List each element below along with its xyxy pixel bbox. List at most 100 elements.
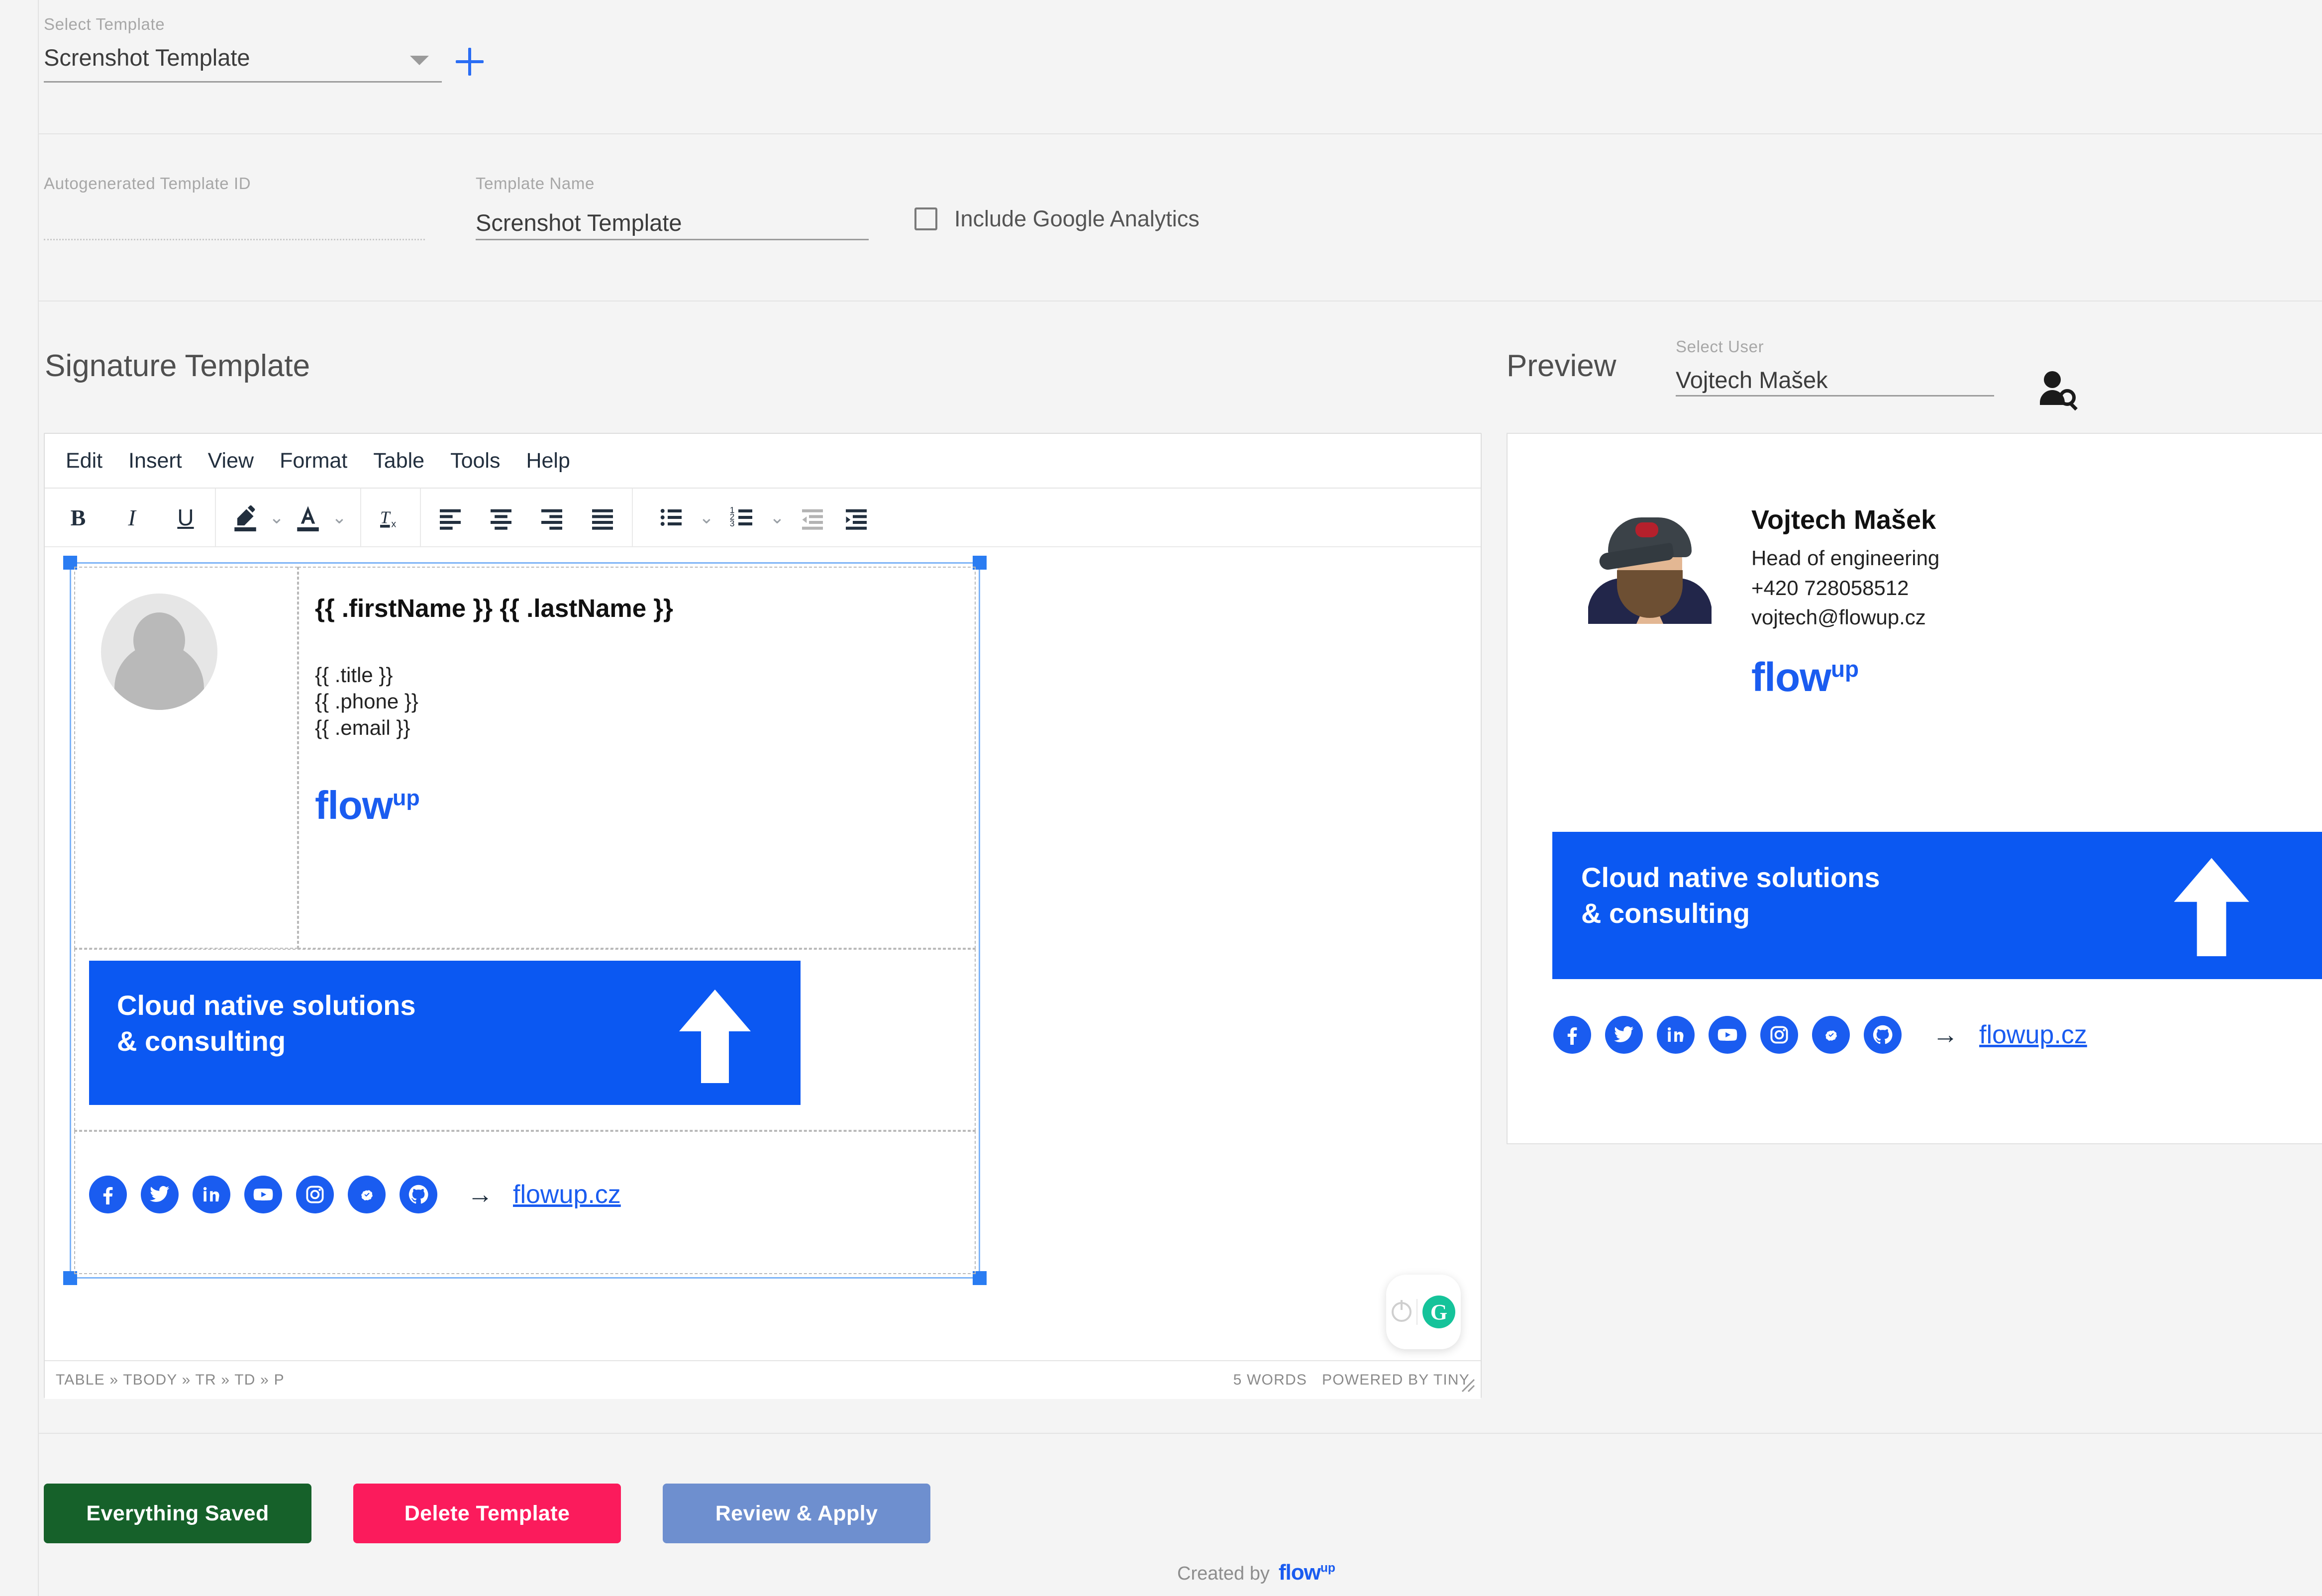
footer-created-by: Created by [1177, 1563, 1270, 1584]
add-template-button[interactable] [456, 48, 484, 76]
meetup-icon[interactable] [1812, 1016, 1850, 1054]
footer-flowup-logo[interactable]: flowup [1279, 1560, 1335, 1585]
preview-website-arrow-icon: → [1932, 1020, 1958, 1049]
meetup-icon[interactable] [348, 1176, 386, 1213]
template-name-label: Template Name [476, 174, 595, 193]
placeholder-phone: {{ .phone }} [315, 689, 418, 713]
template-id-label: Autogenerated Template ID [44, 174, 251, 193]
menu-insert[interactable]: Insert [128, 449, 182, 473]
linkedin-icon[interactable] [1657, 1016, 1695, 1054]
menu-help[interactable]: Help [526, 449, 570, 473]
social-row-preview[interactable]: → flowup.cz [1553, 1016, 2087, 1054]
align-left-icon[interactable] [432, 499, 469, 536]
select-user-underline [1676, 395, 1994, 397]
template-name-underline [476, 239, 869, 240]
section-divider-1 [38, 133, 2322, 134]
template-name-input[interactable]: Screnshot Template [476, 209, 869, 239]
promo-banner-preview[interactable]: Cloud native solutions & consulting [1552, 832, 2322, 979]
facebook-icon[interactable] [89, 1176, 127, 1213]
svg-text:T: T [380, 508, 391, 527]
table-cell-banner[interactable]: Cloud native solutions & consulting [74, 949, 976, 1131]
select-template-label: Select Template [44, 15, 165, 33]
social-row-editor[interactable]: → flowup.cz [89, 1176, 621, 1213]
youtube-icon[interactable] [244, 1176, 282, 1213]
clear-formatting-icon[interactable]: T x [372, 499, 409, 536]
menu-format[interactable]: Format [280, 449, 347, 473]
numbered-list-chevron-down-icon[interactable]: ⌄ [767, 499, 787, 536]
website-link-preview[interactable]: flowup.cz [1979, 1020, 2087, 1050]
footer-logo-sup: up [1320, 1561, 1335, 1575]
align-right-icon[interactable] [533, 499, 570, 536]
italic-icon[interactable]: I [113, 499, 150, 536]
website-link-editor[interactable]: flowup.cz [513, 1180, 621, 1209]
template-id-underline [44, 239, 425, 240]
bold-icon[interactable]: B [60, 499, 97, 536]
website-arrow-icon: → [467, 1180, 493, 1209]
select-user-input[interactable]: Vojtech Mašek [1676, 366, 1994, 395]
element-path[interactable]: TABLE » TBODY » TR » TD » P [56, 1372, 285, 1389]
include-google-analytics-row[interactable]: Include Google Analytics [914, 206, 1200, 232]
user-search-icon[interactable] [2039, 369, 2078, 411]
twitter-icon[interactable] [1605, 1016, 1643, 1054]
grammarly-widget[interactable]: G [1386, 1275, 1461, 1349]
twitter-icon[interactable] [141, 1176, 179, 1213]
menu-tools[interactable]: Tools [450, 449, 500, 473]
menu-table[interactable]: Table [373, 449, 424, 473]
grammarly-logo-icon[interactable]: G [1422, 1296, 1455, 1328]
editor-content-area[interactable]: {{ .firstName }} {{ .lastName }} {{ .tit… [45, 547, 1481, 1360]
linkedin-icon[interactable] [193, 1176, 230, 1213]
select-user-label: Select User [1676, 337, 1764, 356]
include-google-analytics-checkbox[interactable] [914, 207, 937, 230]
banner-line-2: & consulting [117, 1025, 286, 1057]
menu-edit[interactable]: Edit [66, 449, 102, 473]
outdent-icon[interactable] [794, 499, 831, 536]
everything-saved-button[interactable]: Everything Saved [44, 1484, 311, 1543]
signature-template-heading: Signature Template [45, 349, 310, 383]
select-template-value[interactable]: Screnshot Template [44, 44, 442, 71]
editor-resize-grip[interactable] [1461, 1378, 1476, 1393]
review-apply-button[interactable]: Review & Apply [663, 1484, 930, 1543]
word-count: 5 WORDS [1233, 1372, 1308, 1388]
preview-heading: Preview [1507, 349, 1616, 383]
left-gutter-rule [38, 0, 39, 1596]
github-icon[interactable] [400, 1176, 437, 1213]
flowup-logo-editor: flowup [315, 783, 420, 828]
powered-by-tiny[interactable]: POWERED BY TINY [1322, 1372, 1470, 1389]
preview-title: Head of engineering [1751, 546, 1940, 570]
text-color-chevron-down-icon[interactable]: ⌄ [329, 499, 349, 536]
text-color-icon[interactable] [290, 499, 326, 536]
indent-icon[interactable] [838, 499, 875, 536]
editor-toolbar[interactable]: B I U ⌄ ⌄ T x ⌄ 1 2 3 ⌄ [45, 489, 1481, 547]
action-bar: Everything Saved Delete Template Review … [44, 1484, 930, 1543]
chevron-down-icon[interactable] [410, 56, 429, 65]
bullet-list-chevron-down-icon[interactable]: ⌄ [697, 499, 716, 536]
table-cell-details[interactable]: {{ .firstName }} {{ .lastName }} {{ .tit… [298, 567, 976, 949]
github-icon[interactable] [1864, 1016, 1902, 1054]
numbered-list-icon[interactable]: 1 2 3 [723, 499, 760, 536]
facebook-icon[interactable] [1553, 1016, 1591, 1054]
delete-template-button[interactable]: Delete Template [353, 1484, 621, 1543]
footer-logo-main: flow [1278, 1560, 1321, 1585]
menu-view[interactable]: View [208, 449, 254, 473]
promo-banner-editor[interactable]: Cloud native solutions & consulting [89, 961, 801, 1105]
svg-text:3: 3 [730, 518, 735, 528]
signature-table[interactable]: {{ .firstName }} {{ .lastName }} {{ .tit… [63, 556, 987, 1285]
template-id-value [44, 209, 425, 239]
editor-menubar[interactable]: Edit Insert View Format Table Tools Help [45, 434, 1481, 489]
preview-name: Vojtech Mašek [1751, 505, 1936, 535]
table-cell-avatar[interactable] [74, 567, 298, 949]
instagram-icon[interactable] [1760, 1016, 1798, 1054]
power-icon[interactable] [1392, 1302, 1412, 1322]
background-color-chevron-down-icon[interactable]: ⌄ [267, 499, 287, 536]
align-justify-icon[interactable] [584, 499, 621, 536]
banner-arrow-up-icon [679, 990, 751, 1083]
tinymce-editor[interactable]: Edit Insert View Format Table Tools Help… [44, 433, 1482, 1399]
youtube-icon[interactable] [1709, 1016, 1746, 1054]
align-center-icon[interactable] [483, 499, 519, 536]
instagram-icon[interactable] [296, 1176, 334, 1213]
table-cell-social[interactable]: → flowup.cz [74, 1131, 976, 1274]
flowup-logo-main-preview: flow [1751, 654, 1831, 700]
bullet-list-icon[interactable] [653, 499, 690, 536]
background-color-icon[interactable] [227, 499, 264, 536]
underline-icon[interactable]: U [167, 499, 204, 536]
